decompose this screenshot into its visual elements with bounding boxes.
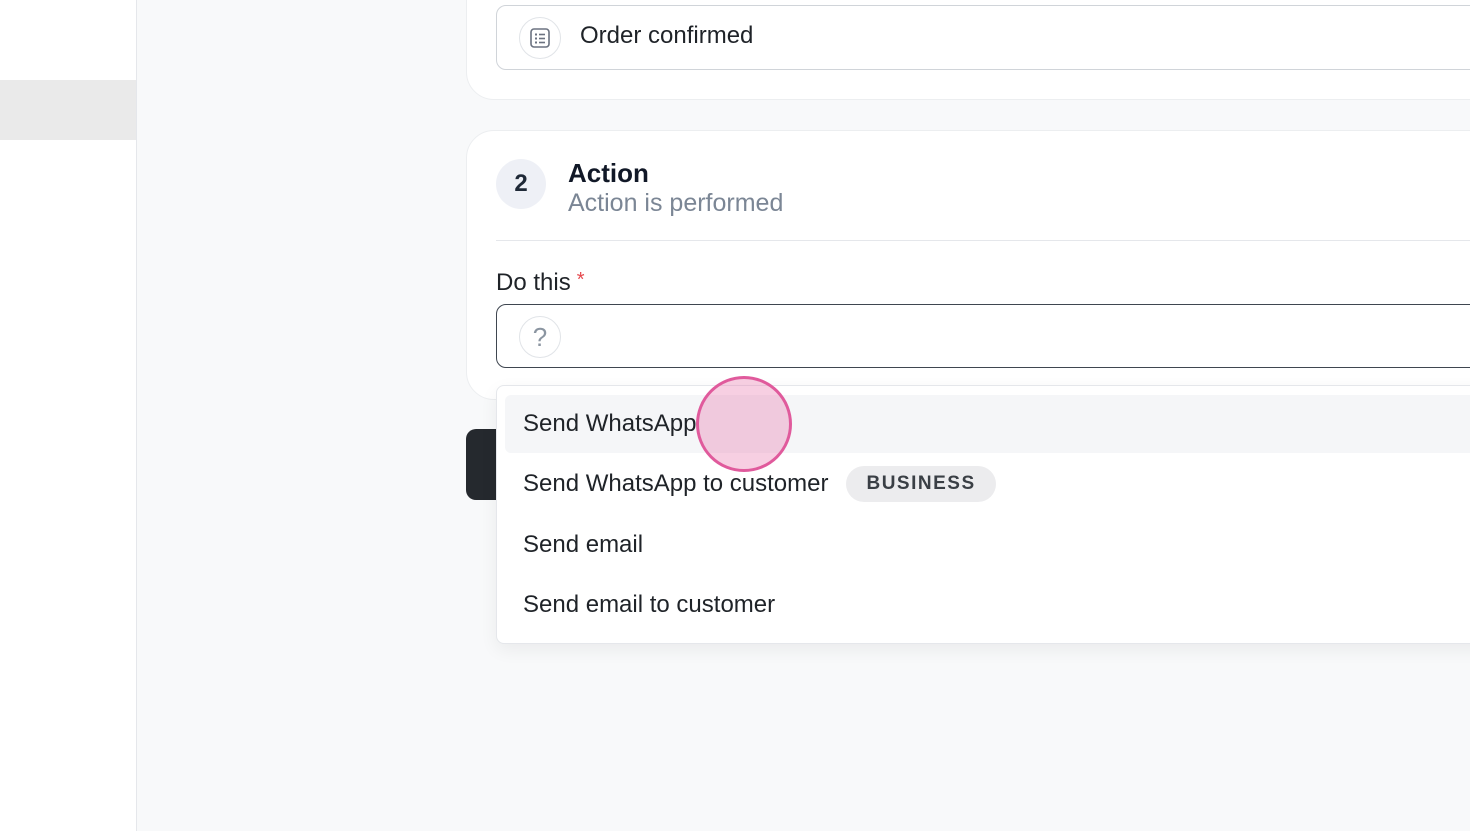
option-label: Send email to customer	[523, 591, 776, 618]
do-this-label: Do this *	[496, 269, 585, 297]
option-send-email[interactable]: Send email	[505, 516, 1470, 574]
sidebar-item-active[interactable]	[0, 80, 136, 140]
do-this-label-text: Do this	[496, 269, 571, 296]
option-send-whatsapp[interactable]: Send WhatsApp	[505, 395, 1470, 453]
list-icon	[519, 17, 561, 59]
business-badge: BUSINESS	[846, 466, 996, 502]
question-icon: ?	[519, 316, 561, 358]
option-label: Send WhatsApp to customer	[523, 470, 829, 497]
option-label: Send email	[523, 531, 644, 558]
option-label: Send WhatsApp	[523, 410, 697, 437]
option-send-whatsapp-to-customer[interactable]: Send WhatsApp to customer BUSINESS	[505, 455, 1470, 513]
step-title: Action	[568, 158, 649, 188]
do-this-select[interactable]	[496, 304, 1470, 368]
question-glyph: ?	[532, 322, 548, 352]
click-indicator	[696, 376, 792, 472]
option-send-email-to-customer[interactable]: Send email to customer	[505, 576, 1470, 634]
step-subtitle: Action is performed	[568, 189, 784, 217]
divider	[496, 240, 1470, 241]
step-number-badge: 2	[496, 159, 546, 209]
sidebar	[0, 0, 137, 831]
required-mark: *	[576, 269, 585, 291]
action-dropdown: Send WhatsApp Send WhatsApp to customer …	[496, 385, 1470, 644]
trigger-value: Order confirmed	[580, 22, 754, 49]
